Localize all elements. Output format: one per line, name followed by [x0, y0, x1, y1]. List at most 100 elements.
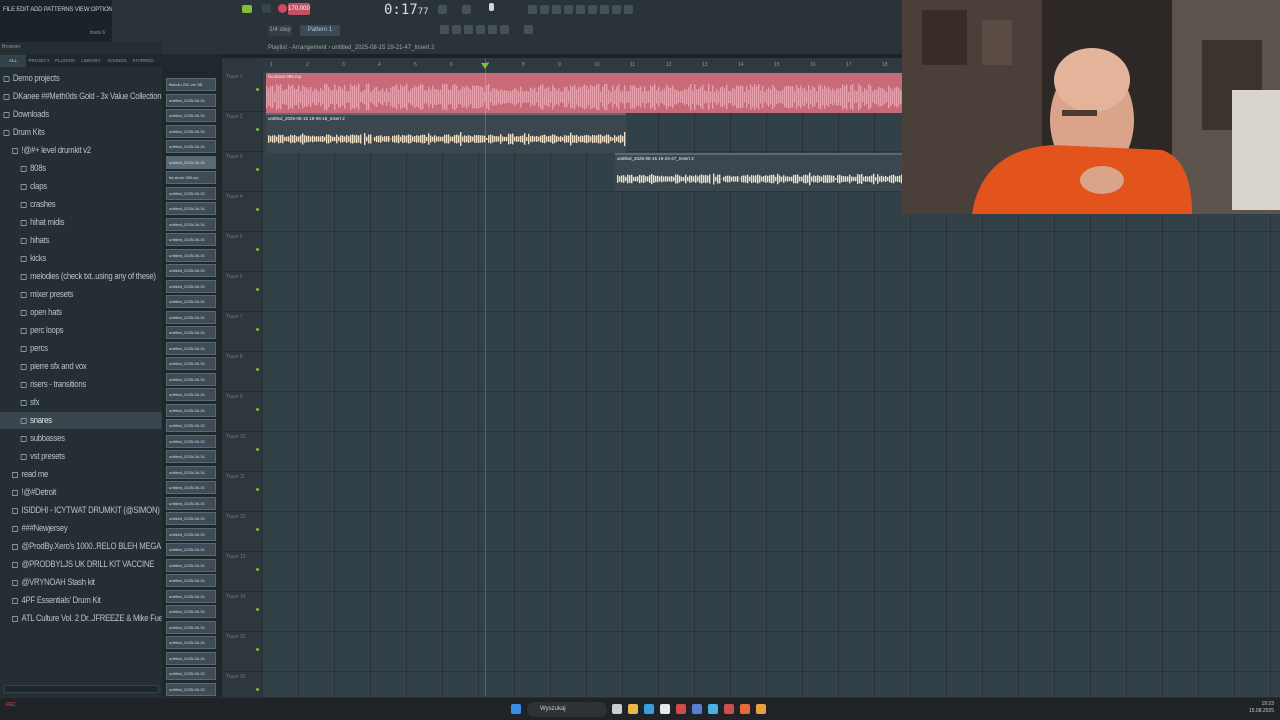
taskbar-search[interactable]: Wyszukaj	[527, 702, 607, 717]
channel-button[interactable]: flstudio 232 ver 3B	[166, 78, 216, 91]
tool-icon[interactable]	[464, 25, 473, 34]
browser-item[interactable]: risers - transitions	[0, 376, 162, 393]
store-icon[interactable]	[660, 704, 670, 714]
channel-button[interactable]: untitled_2025-08-15	[166, 372, 216, 386]
browser-item[interactable]: vst presets	[0, 448, 162, 465]
fl-studio-icon[interactable]	[756, 704, 766, 714]
audio-clip[interactable]: untitled_2025-08-15 19-23-47_Insert 2	[615, 153, 903, 191]
browser-item[interactable]: ISIDDHI - ICYTWAT DRUMKIT (@SIMON)	[0, 502, 162, 519]
playhead[interactable]	[485, 58, 486, 697]
browser-item[interactable]: hihat midis	[0, 214, 162, 231]
download-icon[interactable]	[624, 5, 633, 14]
app-icon[interactable]	[724, 704, 734, 714]
browser-item[interactable]: Downloads	[0, 106, 162, 123]
settings-icon[interactable]	[612, 5, 621, 14]
app-icon[interactable]	[708, 704, 718, 714]
channel-button[interactable]: untitled_2025-08-15	[166, 574, 216, 587]
channel-button[interactable]: untitled_2025-08-15	[166, 202, 216, 215]
track-header[interactable]: Track 13	[222, 552, 262, 592]
channel-button[interactable]: untitled_2025-08-15	[166, 496, 216, 510]
help-icon[interactable]	[600, 5, 609, 14]
master-knob-icon[interactable]	[489, 3, 494, 11]
cursor-icon[interactable]	[524, 25, 533, 34]
channel-button[interactable]: untitled_2025-08-15	[166, 217, 216, 231]
track-mute-led[interactable]	[256, 128, 259, 131]
track-mute-led[interactable]	[256, 488, 259, 491]
browser-item[interactable]: subbasses	[0, 430, 162, 447]
browser-item[interactable]: mixer presets	[0, 286, 162, 303]
track-mute-led[interactable]	[256, 528, 259, 531]
master-volume-icon[interactable]	[438, 5, 447, 14]
main-menu[interactable]: FILE EDIT ADD PATTERNS VIEW OPTIONS TOOL…	[0, 0, 112, 20]
browser-item[interactable]: DKanee ##Meth0ds Gold - 3x Value Collect…	[0, 88, 162, 105]
browser-item[interactable]: crashes	[0, 196, 162, 213]
browser-tab-project[interactable]: PROJECT	[26, 55, 52, 67]
channel-button[interactable]: untitled_2025-08-15	[166, 481, 216, 494]
track-mute-led[interactable]	[256, 688, 259, 691]
track-mute-led[interactable]	[256, 648, 259, 651]
channel-button[interactable]: untitled_2025-08-15	[166, 264, 216, 277]
tool-icon[interactable]	[440, 25, 449, 34]
track-header[interactable]: Track 11	[222, 472, 262, 512]
channel-button[interactable]: untitled_2025-08-15	[166, 651, 216, 665]
channel-button[interactable]: untitled_2025-08-15	[166, 620, 216, 634]
browser-item[interactable]: kicks	[0, 250, 162, 267]
track-header[interactable]: Track 7	[222, 312, 262, 352]
track-header[interactable]: Track 14	[222, 592, 262, 632]
browser-item[interactable]: percs	[0, 340, 162, 357]
browser-item[interactable]: snares	[0, 412, 162, 429]
browser-item[interactable]: 808s	[0, 160, 162, 177]
track-mute-led[interactable]	[256, 168, 259, 171]
channel-button[interactable]: untitled_2025-08-15	[166, 388, 216, 401]
track-mute-led[interactable]	[256, 408, 259, 411]
browser-item[interactable]: ###Newjersey	[0, 520, 162, 537]
channel-button[interactable]: untitled_2025-08-15	[166, 403, 216, 417]
track-header[interactable]: Track 3	[222, 152, 262, 192]
channel-button[interactable]: untitled_2025-08-15	[166, 357, 216, 370]
browser-tab-library[interactable]: LIBRARY	[78, 55, 104, 67]
channel-button[interactable]: untitled_2025-08-15	[166, 233, 216, 246]
channel-button[interactable]: untitled_2025-08-15	[166, 341, 216, 355]
channel-button[interactable]: untitled_2025-08-15	[166, 667, 216, 680]
pitch-icon[interactable]	[462, 5, 471, 14]
piano-roll-icon[interactable]	[564, 5, 573, 14]
channel-button[interactable]: untitled_2025-08-15	[166, 434, 216, 448]
track-mute-led[interactable]	[256, 608, 259, 611]
task-view-icon[interactable]	[612, 704, 622, 714]
channel-button[interactable]: untitled_2025-08-15	[166, 605, 216, 618]
audio-clip[interactable]: fst.alone 089.mp	[266, 73, 902, 113]
track-mute-led[interactable]	[256, 568, 259, 571]
channel-button[interactable]: untitled_2025-08-15	[166, 140, 216, 153]
channel-button[interactable]: untitled_2025-08-15	[166, 109, 216, 122]
track-mute-led[interactable]	[256, 248, 259, 251]
channel-button[interactable]: fst.alone 089.mp	[166, 171, 216, 184]
browser-item[interactable]: @PRODBYLJS UK DRILL KIT VACCINE	[0, 556, 162, 573]
browser-tab-sounds[interactable]: SOUNDS	[104, 55, 130, 67]
channel-rack-icon[interactable]	[552, 5, 561, 14]
browser-icon[interactable]	[576, 5, 585, 14]
track-mute-led[interactable]	[256, 368, 259, 371]
channel-button[interactable]: untitled_2025-08-15	[166, 248, 216, 262]
channel-button[interactable]: untitled_2025-08-15	[166, 124, 216, 138]
plugin-picker-icon[interactable]	[588, 5, 597, 14]
tool-icon[interactable]	[452, 25, 461, 34]
opera-icon[interactable]	[676, 704, 686, 714]
channel-button[interactable]: untitled_2025-08-15	[166, 450, 216, 463]
browser-item[interactable]: ATL Culture Vol. 2 Dr..JFREEZE & Mike Fu…	[0, 610, 162, 627]
browser-item[interactable]: melodies (check txt..using any of these)	[0, 268, 162, 285]
pattern-select[interactable]: Pattern 1	[300, 25, 340, 36]
app-icon[interactable]	[692, 704, 702, 714]
channel-button[interactable]: untitled_2025-08-15	[166, 682, 216, 696]
record-button[interactable]	[278, 4, 287, 13]
browser-item[interactable]: pierre sfx and vox	[0, 358, 162, 375]
track-mute-led[interactable]	[256, 328, 259, 331]
browser-tab-all[interactable]: ALL	[0, 55, 26, 67]
track-header[interactable]: Track 8	[222, 352, 262, 392]
browser-item[interactable]: Demo projects	[0, 70, 162, 87]
start-icon[interactable]	[511, 704, 521, 714]
stop-button[interactable]	[262, 4, 271, 13]
track-mute-led[interactable]	[256, 448, 259, 451]
browser-item[interactable]: 4PF Essentials' Drum Kit	[0, 592, 162, 609]
file-explorer-icon[interactable]	[628, 704, 638, 714]
browser-tab-starred[interactable]: STARRED	[130, 55, 156, 67]
